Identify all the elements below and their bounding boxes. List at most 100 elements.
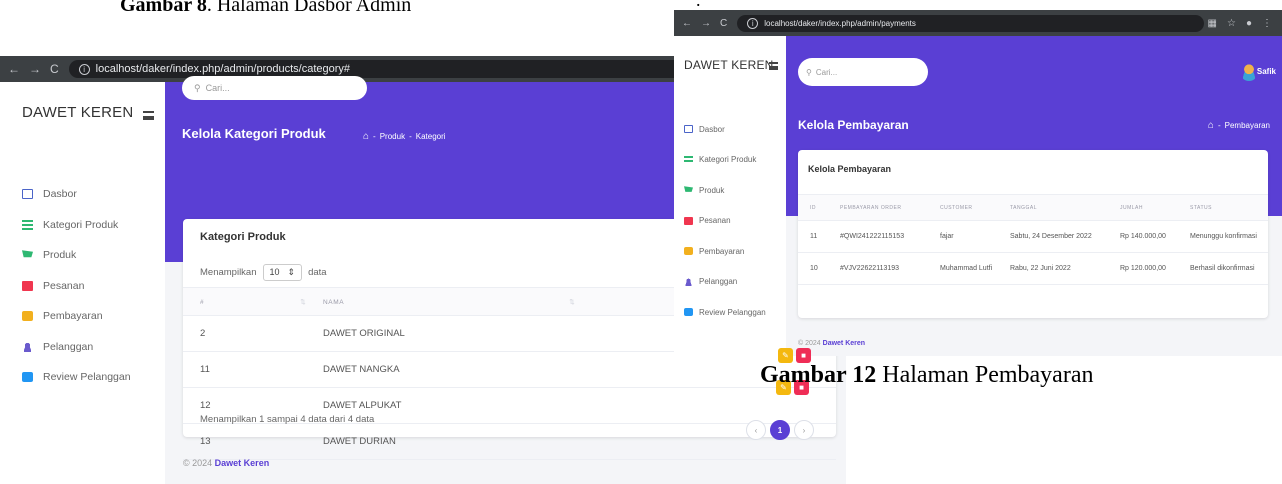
breadcrumb-separator: -: [373, 132, 376, 141]
hamburger-icon[interactable]: [143, 111, 154, 120]
sidebar-item-review[interactable]: Review Pelanggan: [22, 362, 131, 393]
sidebar-item-label: Produk: [43, 249, 77, 262]
star-icon[interactable]: ☆: [1227, 18, 1236, 29]
sidebar-item-dasbor[interactable]: Dasbor: [684, 114, 766, 145]
sidebar-item-label: Pembayaran: [699, 246, 745, 256]
hamburger-icon[interactable]: [769, 62, 778, 70]
card-title: Kelola Pembayaran: [808, 164, 892, 174]
cell-amount: Rp 120.000,00: [1120, 252, 1190, 285]
column-header-amount[interactable]: JUMLAH: [1120, 194, 1190, 221]
sidebar-item-pembayaran[interactable]: Pembayaran: [22, 301, 131, 332]
monitor-icon: [684, 125, 693, 134]
address-text: localhost/daker/index.php/admin/payments: [764, 18, 916, 28]
page-title: Kelola Pembayaran: [798, 118, 909, 132]
monitor-icon: [22, 189, 33, 200]
header-label: #: [200, 298, 205, 306]
footer-brand[interactable]: Dawet Keren: [823, 340, 865, 347]
footer: © 2024 Dawet Keren: [798, 340, 865, 347]
prev-page-button[interactable]: ‹: [746, 420, 766, 440]
sidebar-item-label: Review Pelanggan: [43, 371, 131, 384]
search-input[interactable]: ⚲ Cari...: [182, 76, 367, 100]
forward-icon[interactable]: →: [29, 62, 41, 76]
sidebar-item-pelanggan[interactable]: Pelanggan: [22, 332, 131, 363]
search-icon: ⚲: [194, 82, 201, 93]
edit-button[interactable]: ✎: [778, 348, 793, 363]
search-placeholder: Cari...: [205, 83, 230, 93]
avatar[interactable]: [1240, 63, 1258, 81]
sidebar-item-kategori[interactable]: Kategori Produk: [22, 210, 131, 241]
document-icon: [22, 280, 33, 291]
home-icon[interactable]: ⌂: [363, 131, 369, 142]
cell-name: DAWET NANGKA: [323, 351, 723, 388]
breadcrumb: ⌂ - Produk - Kategori: [363, 131, 446, 142]
sidebar-item-label: Pesanan: [43, 279, 85, 292]
sidebar-item-kategori[interactable]: Kategori Produk: [684, 145, 766, 176]
browser-actions: ▦ ☆ ● ⋮: [1208, 18, 1282, 29]
length-suffix: data: [308, 267, 327, 278]
forward-icon[interactable]: →: [701, 18, 711, 29]
sidebar-item-label: Dasbor: [699, 124, 725, 134]
cell-id: 13: [183, 423, 323, 460]
cart-icon: [684, 186, 693, 192]
sidebar-item-dasbor[interactable]: Dasbor: [22, 179, 131, 210]
sidebar-item-pembayaran[interactable]: Pembayaran: [684, 236, 766, 267]
search-input[interactable]: ⚲ Cari...: [798, 58, 928, 86]
brand-logo[interactable]: DAWET KEREN: [684, 58, 774, 72]
cell-name: DAWET ALPUKAT: [323, 387, 723, 424]
user-name[interactable]: Safik: [1257, 67, 1276, 76]
cell-amount: Rp 140.000,00: [1120, 220, 1190, 253]
updown-icon: ⇕: [287, 267, 296, 277]
page-1-button[interactable]: 1: [770, 420, 790, 440]
cell-order[interactable]: #QWI241222115153: [840, 220, 940, 253]
address-bar[interactable]: i localhost/daker/index.php/admin/paymen…: [737, 14, 1204, 32]
breadcrumb-item[interactable]: Produk: [380, 132, 405, 141]
column-header-customer[interactable]: CUSTOMER: [940, 194, 1010, 221]
sidebar-item-pesanan[interactable]: Pesanan: [684, 206, 766, 237]
breadcrumb-separator: -: [409, 132, 412, 141]
column-header-id[interactable]: ID: [798, 194, 840, 221]
sort-icon: ⇅: [569, 298, 576, 306]
home-icon[interactable]: ⌂: [1208, 120, 1214, 131]
cart-icon: [22, 250, 33, 258]
page-length-value: 10: [269, 267, 280, 277]
caption-text: . Halaman Dasbor Admin: [206, 0, 412, 16]
column-header-order[interactable]: PEMBAYARAN ORDER: [840, 194, 940, 221]
browser-nav: ← → C: [674, 18, 727, 29]
sort-icon: ⇅: [300, 298, 307, 306]
column-header-date[interactable]: TANGGAL: [1010, 194, 1120, 221]
table-header-row: ID PEMBAYARAN ORDER CUSTOMER TANGGAL JUM…: [798, 194, 1268, 221]
sidebar-item-label: Produk: [699, 185, 725, 195]
sidebar: DAWET KEREN Dasbor Kategori Produk Produ…: [674, 36, 786, 356]
column-header-id[interactable]: # ⇅: [183, 287, 323, 316]
back-icon[interactable]: ←: [682, 18, 692, 29]
browser-nav: ← → C: [0, 62, 59, 76]
next-page-button[interactable]: ›: [794, 420, 814, 440]
reload-icon[interactable]: C: [720, 18, 727, 29]
cell-order[interactable]: #VJV22622113193: [840, 252, 940, 285]
profile-icon[interactable]: ●: [1246, 18, 1252, 29]
kebab-icon[interactable]: ⋮: [1262, 18, 1272, 29]
breadcrumb-item: Pembayaran: [1224, 121, 1270, 130]
length-prefix: Menampilkan: [200, 267, 257, 278]
sidebar-item-review[interactable]: Review Pelanggan: [684, 297, 766, 328]
brand-logo[interactable]: DAWET KEREN: [22, 104, 133, 121]
cell-date: Sabtu, 24 Desember 2022: [1010, 220, 1120, 253]
delete-button[interactable]: ■: [796, 348, 811, 363]
sidebar-item-label: Pembayaran: [43, 310, 103, 323]
column-header-status[interactable]: STATUS: [1190, 194, 1268, 221]
sidebar-item-produk[interactable]: Produk: [22, 240, 131, 271]
sidebar-item-pesanan[interactable]: Pesanan: [22, 271, 131, 302]
caption-label: Gambar 8: [120, 0, 207, 16]
info-icon: i: [747, 17, 759, 29]
sidebar-item-produk[interactable]: Produk: [684, 175, 766, 206]
breadcrumb-separator: -: [1217, 121, 1221, 130]
translate-icon[interactable]: ▦: [1208, 18, 1217, 29]
cell-id: 10: [798, 252, 840, 285]
column-header-nama[interactable]: NAMA ⇅: [323, 287, 723, 316]
cell-status: Menunggu konfirmasi: [1190, 220, 1268, 253]
footer-brand[interactable]: Dawet Keren: [215, 458, 270, 468]
reload-icon[interactable]: C: [50, 62, 59, 76]
sidebar-item-pelanggan[interactable]: Pelanggan: [684, 267, 766, 298]
page-length-select[interactable]: 10 ⇕: [262, 264, 303, 281]
back-icon[interactable]: ←: [8, 62, 20, 76]
